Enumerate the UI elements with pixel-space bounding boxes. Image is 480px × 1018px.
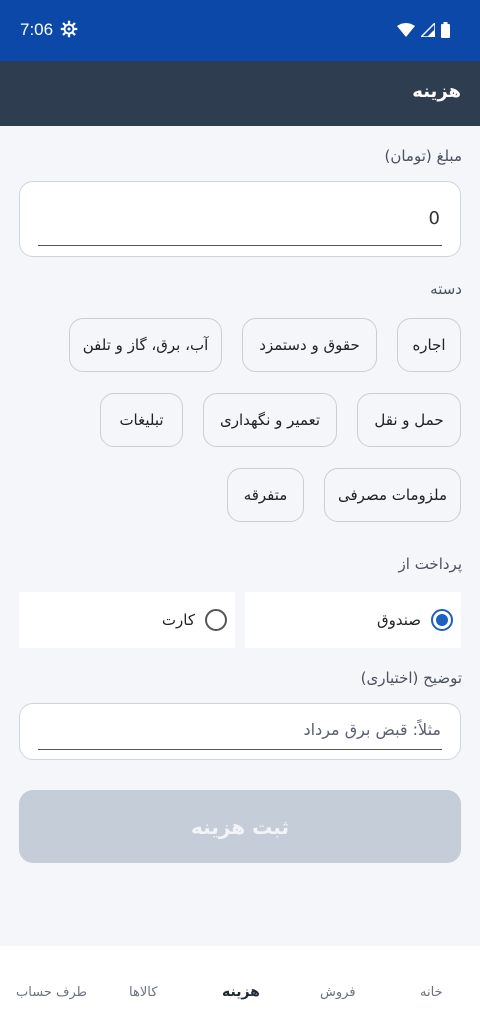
status-bar: 7:06 [0, 0, 480, 61]
signal-icon [421, 23, 435, 37]
payment-option-cashbox-label: صندوق [376, 611, 421, 629]
payment-option-card-label: کارت [161, 611, 195, 629]
radio-unselected-icon [205, 609, 227, 631]
description-placeholder: مثلاً: قبض برق مرداد [303, 720, 441, 739]
payment-label: پرداخت از [398, 555, 462, 573]
description-input[interactable]: مثلاً: قبض برق مرداد [19, 703, 461, 760]
amount-value: 0 [428, 208, 440, 229]
amount-input[interactable]: 0 [19, 181, 461, 257]
chip-rent[interactable]: اجاره [397, 318, 461, 372]
bottom-nav: خانه فروش هزینه کالاها طرف حساب [0, 946, 480, 1018]
page-title: هزینه [412, 81, 461, 102]
nav-products[interactable]: کالاها [129, 985, 157, 1000]
battery-icon [441, 22, 450, 38]
nav-sales[interactable]: فروش [320, 985, 356, 1000]
chip-utilities[interactable]: آب، برق، گاز و تلفن [69, 318, 222, 372]
chip-consumables[interactable]: ملزومات مصرفی [324, 468, 461, 522]
system-icons [397, 22, 450, 38]
payment-option-cashbox[interactable]: صندوق [245, 592, 461, 648]
submit-expense-button[interactable]: ثبت هزینه [19, 790, 461, 863]
chip-maintenance[interactable]: تعمیر و نگهداری [203, 393, 337, 447]
chip-transport[interactable]: حمل و نقل [357, 393, 461, 447]
nav-home[interactable]: خانه [420, 985, 443, 1000]
chip-advertising[interactable]: تبلیغات [100, 393, 183, 447]
wifi-icon [397, 23, 415, 37]
settings-gear-icon [60, 20, 78, 38]
chip-misc[interactable]: متفرقه [227, 468, 304, 522]
app-bar: هزینه [0, 61, 480, 126]
status-time: 7:06 [20, 20, 54, 39]
nav-accounts[interactable]: طرف حساب [16, 985, 87, 1000]
description-underline [38, 749, 442, 750]
category-label: دسته [430, 280, 462, 298]
amount-label: مبلغ (تومان) [384, 147, 462, 165]
payment-option-card[interactable]: کارت [19, 592, 235, 648]
chip-salary[interactable]: حقوق و دستمزد [242, 318, 377, 372]
radio-selected-icon [431, 609, 453, 631]
amount-underline [38, 245, 442, 246]
nav-expense[interactable]: هزینه [222, 984, 260, 1000]
description-label: توضیح (اختیاری) [360, 669, 462, 687]
